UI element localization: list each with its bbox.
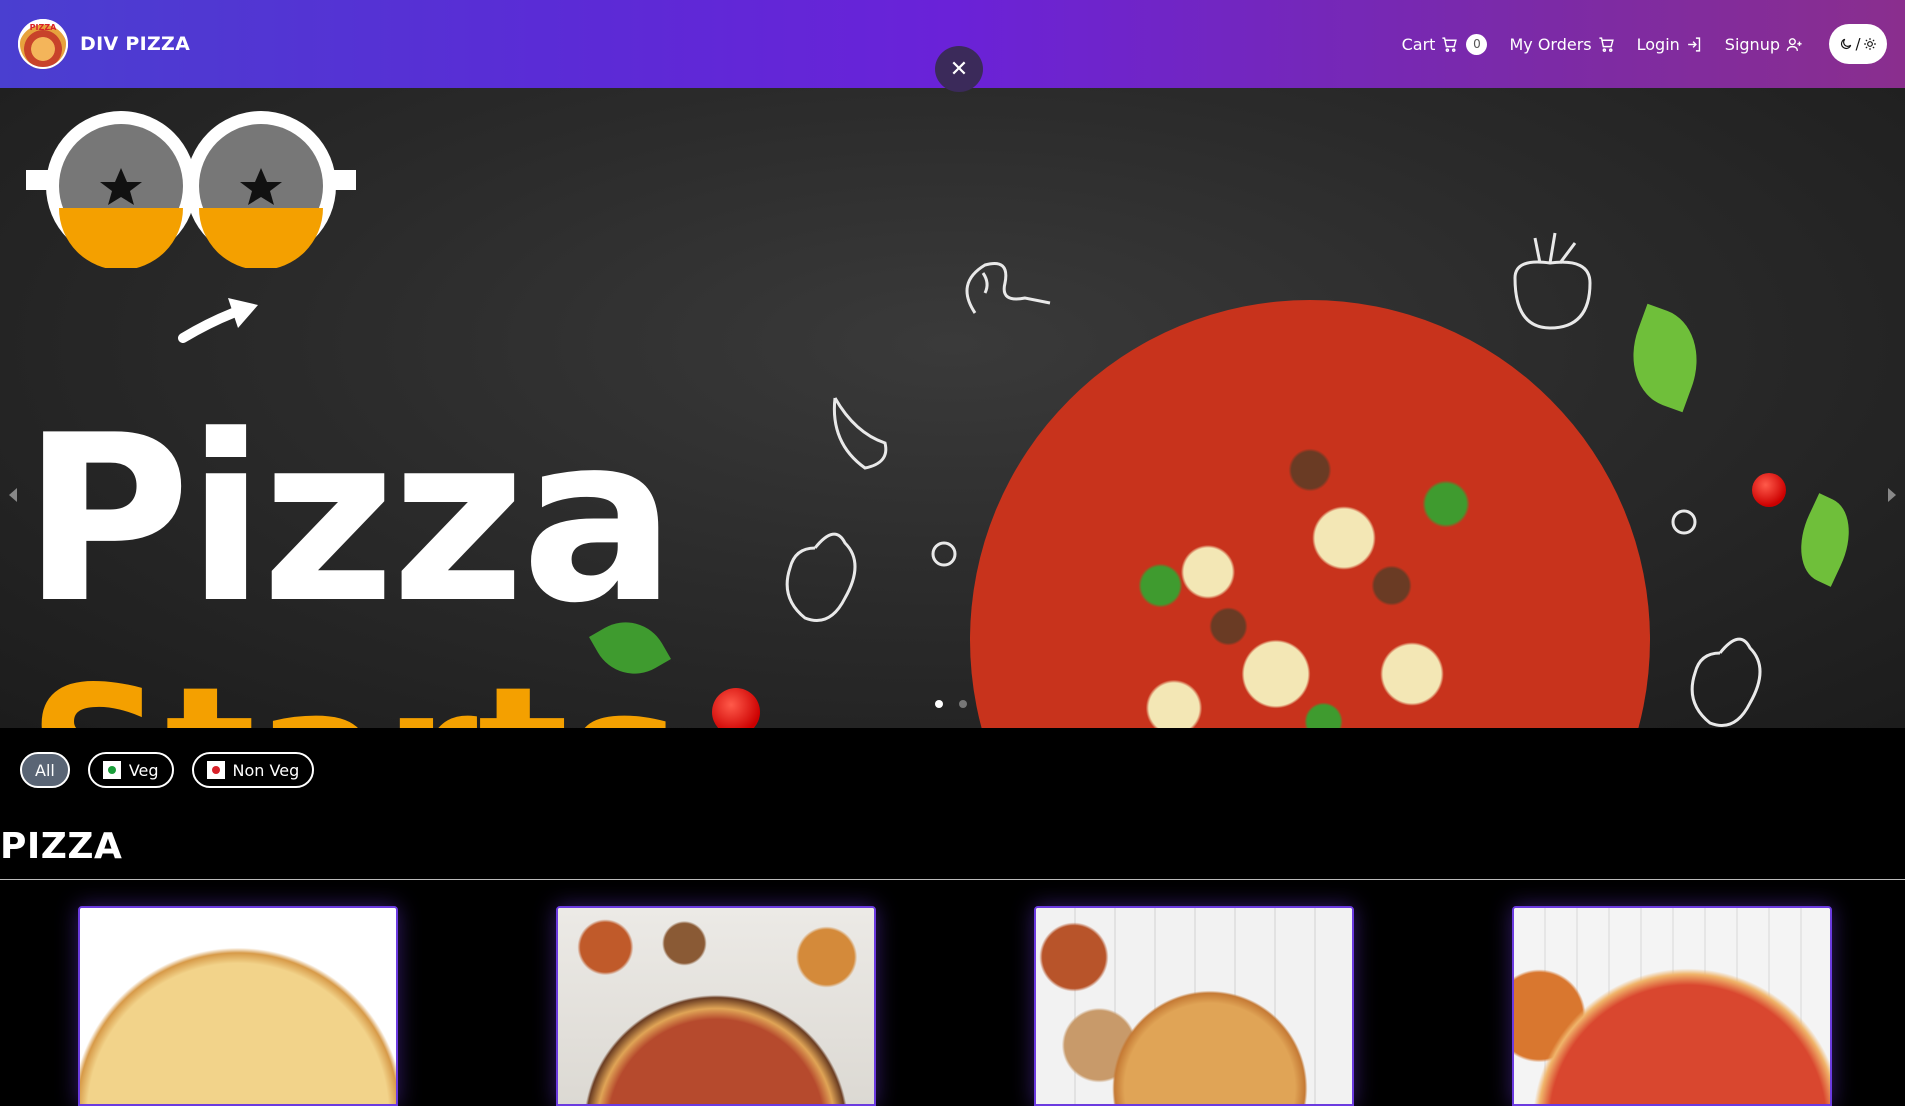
garlic-doodle	[832, 397, 888, 470]
product-image[interactable]	[1514, 908, 1830, 1104]
hero-headline: Pizza	[22, 387, 676, 654]
signup-link[interactable]: Signup	[1725, 35, 1803, 54]
curved-arrow-illustration	[178, 298, 258, 343]
tomato-doodle	[1513, 232, 1592, 330]
pepper-doodle-right	[1690, 637, 1762, 727]
my-orders-label: My Orders	[1509, 34, 1592, 54]
shrimp-doodle	[965, 262, 1051, 314]
cherry-tomato	[1752, 473, 1786, 507]
carousel-prev-arrow[interactable]	[9, 488, 17, 502]
product-image[interactable]	[80, 908, 396, 1104]
sun-icon	[1863, 38, 1876, 50]
brand-name[interactable]: DIV PIZZA	[80, 33, 190, 55]
login-link[interactable]: Login	[1637, 35, 1703, 54]
cart-icon	[1442, 36, 1458, 52]
signup-label: Signup	[1724, 34, 1780, 54]
nav-links: Cart 0 My Orders Login Signup /	[1402, 24, 1887, 64]
moon-icon	[1841, 38, 1852, 49]
filter-all-chip[interactable]: All	[20, 752, 70, 788]
filter-veg-chip[interactable]: Veg	[87, 752, 174, 788]
brand[interactable]: PIZZA DIV PIZZA	[18, 19, 190, 69]
cart-icon	[1599, 36, 1614, 52]
login-icon	[1687, 36, 1700, 52]
login-label: Login	[1636, 34, 1680, 54]
carousel-indicators	[935, 700, 967, 708]
carousel-next-arrow[interactable]	[1888, 488, 1896, 502]
carousel-dot[interactable]	[935, 700, 943, 708]
product-image[interactable]	[558, 908, 874, 1104]
hero-subheadline: Starts	[28, 662, 682, 729]
product-card[interactable]	[1512, 906, 1832, 1106]
logo-text: PIZZA	[29, 23, 57, 32]
product-card[interactable]	[556, 906, 876, 1106]
product-grid	[78, 906, 1832, 1106]
goggles-illustration	[26, 111, 356, 268]
theme-toggle-separator: /	[1855, 35, 1861, 53]
close-button[interactable]: ✕	[935, 46, 983, 92]
basil-leaf	[1616, 303, 1714, 413]
hero-pizza-image	[970, 300, 1650, 728]
cherry-tomato	[712, 688, 760, 728]
theme-toggle-button[interactable]: /	[1829, 24, 1887, 64]
cart-label: Cart	[1401, 34, 1436, 54]
product-card[interactable]	[78, 906, 398, 1106]
filter-non-veg-chip[interactable]: Non Veg	[191, 752, 315, 788]
pepper-doodle	[785, 532, 857, 622]
veg-icon	[102, 761, 121, 779]
filter-label: Veg	[128, 760, 159, 780]
circle-doodle	[931, 541, 957, 567]
my-orders-link[interactable]: My Orders	[1509, 35, 1614, 54]
filter-label: All	[35, 760, 55, 780]
hero-carousel[interactable]: Pizza Starts	[0, 88, 1905, 728]
logo[interactable]: PIZZA	[18, 19, 68, 69]
non-veg-icon	[206, 761, 225, 779]
circle-doodle	[1671, 509, 1697, 535]
filter-bar: All Veg Non Veg	[20, 752, 315, 788]
basil-leaf	[1785, 493, 1865, 587]
product-card[interactable]	[1034, 906, 1354, 1106]
section-divider	[0, 879, 1905, 880]
product-image[interactable]	[1036, 908, 1352, 1104]
add-user-icon	[1786, 37, 1802, 51]
carousel-dot[interactable]	[959, 700, 967, 708]
cart-count-badge: 0	[1466, 33, 1488, 55]
close-icon: ✕	[949, 56, 969, 82]
cart-link[interactable]: Cart 0	[1401, 33, 1488, 55]
section-title: PIZZA	[0, 826, 123, 867]
filter-label: Non Veg	[232, 760, 300, 780]
